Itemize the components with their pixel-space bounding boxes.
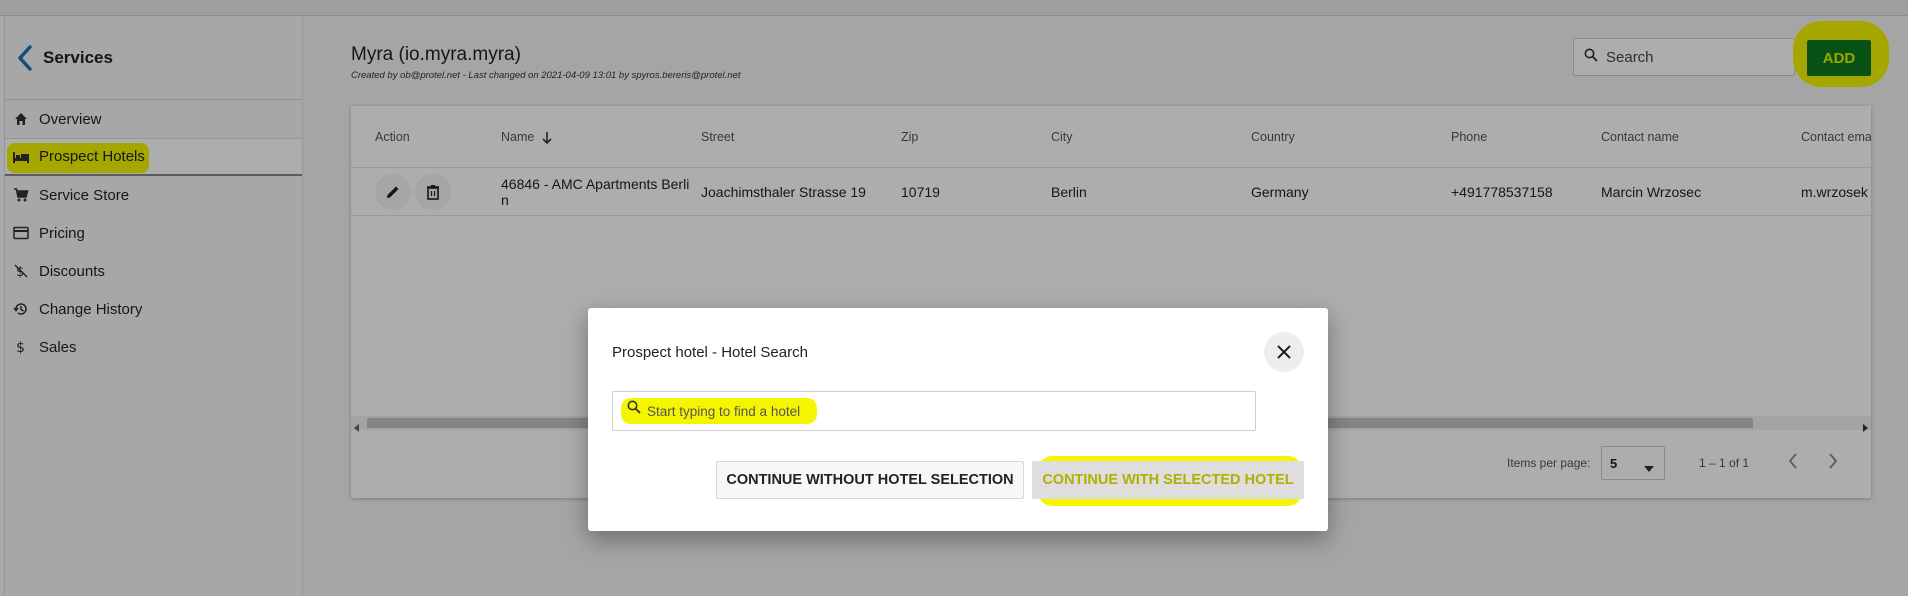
hotel-search-placeholder: Start typing to find a hotel xyxy=(647,404,801,419)
continue-without-hotel-button[interactable]: CONTINUE WITHOUT HOTEL SELECTION xyxy=(716,461,1024,499)
continue-with-selected-hotel-button[interactable]: CONTINUE WITH SELECTED HOTEL xyxy=(1032,461,1304,499)
hotel-search-dialog: Prospect hotel - Hotel Search Start typi… xyxy=(588,308,1328,531)
dialog-title: Prospect hotel - Hotel Search xyxy=(612,344,808,361)
hotel-search-input[interactable]: Start typing to find a hotel xyxy=(612,391,1256,431)
search-icon xyxy=(627,400,641,419)
close-icon xyxy=(1277,345,1291,359)
close-button[interactable] xyxy=(1264,332,1304,372)
